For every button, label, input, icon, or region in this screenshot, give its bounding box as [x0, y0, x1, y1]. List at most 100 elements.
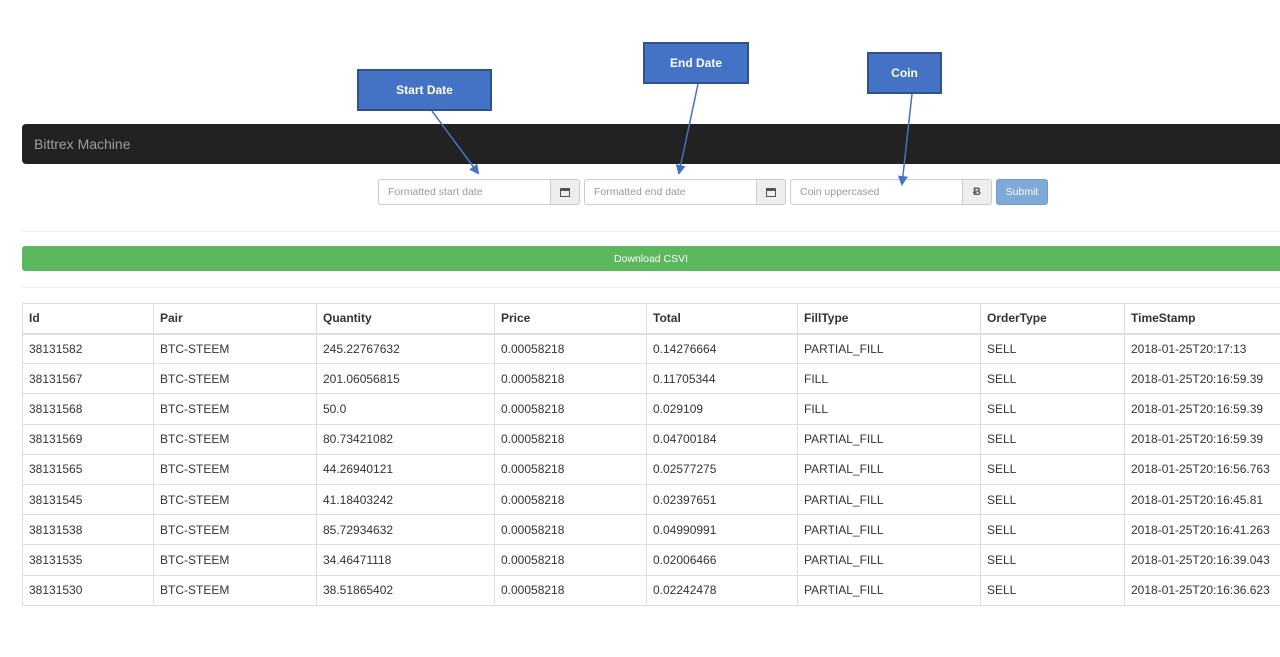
- cell-timestamp: 2018-01-25T20:16:59.39: [1124, 423, 1280, 455]
- cell-total: 0.14276664: [646, 332, 798, 365]
- cell-id: 38131567: [22, 363, 154, 395]
- end-date-group: [584, 179, 786, 205]
- table-body: 38131582 BTC-STEEM 245.22767632 0.00058218 0…: [22, 332, 1280, 606]
- calendar-icon: [766, 187, 776, 197]
- table-row: 38131582 BTC-STEEM 245.22767632 0.00058218 0…: [22, 332, 1280, 365]
- cell-timestamp: 2018-01-25T20:16:56.763: [1124, 453, 1280, 485]
- cell-price: 0.00058218: [494, 544, 647, 576]
- cell-filltype: PARTIAL_FILL: [797, 483, 981, 516]
- trades-table: Id Pair Quantity Price Total FillType OrderTyp…: [22, 303, 1280, 606]
- cell-filltype: PARTIAL_FILL: [797, 514, 981, 546]
- column-header-timestamp[interactable]: TimeStamp: [1124, 303, 1280, 335]
- cell-filltype: PARTIAL_FILL: [797, 544, 981, 576]
- cell-timestamp: 2018-01-25T20:16:36.623: [1124, 574, 1280, 606]
- bitcoin-icon: Ƀ: [973, 186, 981, 198]
- cell-ordertype: SELL: [980, 574, 1125, 606]
- column-header-ordertype[interactable]: OrderType: [980, 303, 1125, 335]
- cell-quantity: 50.0: [316, 393, 495, 425]
- cell-id: 38131535: [22, 544, 154, 576]
- column-header-total[interactable]: Total: [646, 303, 798, 335]
- table-row: 38131535 BTC-STEEM 34.46471118 0.00058218 0.…: [22, 544, 1280, 576]
- cell-pair: BTC-STEEM: [153, 574, 317, 606]
- cell-id: 38131582: [22, 332, 154, 365]
- coin-input[interactable]: [790, 179, 962, 205]
- end-date-input[interactable]: [584, 179, 756, 205]
- calendar-icon: [560, 187, 570, 197]
- cell-pair: BTC-STEEM: [153, 514, 317, 546]
- cell-price: 0.00058218: [494, 574, 647, 606]
- start-date-group: [378, 179, 580, 205]
- table-row: 38131538 BTC-STEEM 85.72934632 0.00058218 0.…: [22, 514, 1280, 546]
- cell-timestamp: 2018-01-25T20:16:59.39: [1124, 393, 1280, 425]
- cell-id: 38131530: [22, 574, 154, 606]
- cell-total: 0.02577275: [646, 453, 798, 485]
- cell-ordertype: SELL: [980, 332, 1125, 365]
- cell-pair: BTC-STEEM: [153, 332, 317, 365]
- cell-quantity: 41.18403242: [316, 483, 495, 516]
- cell-price: 0.00058218: [494, 393, 647, 425]
- cell-filltype: FILL: [797, 363, 981, 395]
- cell-ordertype: SELL: [980, 483, 1125, 516]
- divider: [22, 231, 1280, 232]
- cell-id: 38131545: [22, 483, 154, 516]
- cell-pair: BTC-STEEM: [153, 544, 317, 576]
- column-header-filltype[interactable]: FillType: [797, 303, 981, 335]
- column-header-price[interactable]: Price: [494, 303, 647, 335]
- cell-price: 0.00058218: [494, 332, 647, 365]
- cell-total: 0.04990991: [646, 514, 798, 546]
- cell-pair: BTC-STEEM: [153, 393, 317, 425]
- navbar-brand[interactable]: Bittrex Machine: [34, 136, 130, 152]
- divider: [22, 287, 1280, 288]
- start-date-input[interactable]: [378, 179, 550, 205]
- navbar: Bittrex Machine: [22, 124, 1280, 164]
- end-date-calendar-addon[interactable]: [756, 179, 786, 205]
- cell-ordertype: SELL: [980, 544, 1125, 576]
- cell-total: 0.02006466: [646, 544, 798, 576]
- table-header-row: Id Pair Quantity Price Total FillType OrderTyp…: [22, 303, 1280, 335]
- coin-group: Ƀ: [790, 179, 992, 205]
- cell-price: 0.00058218: [494, 514, 647, 546]
- cell-filltype: PARTIAL_FILL: [797, 332, 981, 365]
- cell-ordertype: SELL: [980, 453, 1125, 485]
- download-csv-button[interactable]: Download CSVI: [22, 246, 1280, 271]
- end-date-callout: End Date: [643, 42, 749, 84]
- cell-timestamp: 2018-01-25T20:16:39.043: [1124, 544, 1280, 576]
- column-header-quantity[interactable]: Quantity: [316, 303, 495, 335]
- cell-pair: BTC-STEEM: [153, 363, 317, 395]
- table-row: 38131569 BTC-STEEM 80.73421082 0.00058218 0.…: [22, 423, 1280, 455]
- cell-pair: BTC-STEEM: [153, 453, 317, 485]
- column-header-pair[interactable]: Pair: [153, 303, 317, 335]
- cell-filltype: PARTIAL_FILL: [797, 423, 981, 455]
- cell-quantity: 38.51865402: [316, 574, 495, 606]
- query-form: Ƀ Submit: [378, 179, 1048, 205]
- submit-button[interactable]: Submit: [996, 179, 1048, 205]
- cell-timestamp: 2018-01-25T20:17:13: [1124, 332, 1280, 365]
- coin-addon: Ƀ: [962, 179, 992, 205]
- table-row: 38131568 BTC-STEEM 50.0 0.00058218 0.029109 F…: [22, 393, 1280, 425]
- cell-total: 0.02242478: [646, 574, 798, 606]
- cell-quantity: 44.26940121: [316, 453, 495, 485]
- cell-total: 0.029109: [646, 393, 798, 425]
- cell-ordertype: SELL: [980, 393, 1125, 425]
- cell-ordertype: SELL: [980, 363, 1125, 395]
- table-row: 38131567 BTC-STEEM 201.06056815 0.00058218 0…: [22, 363, 1280, 395]
- start-date-calendar-addon[interactable]: [550, 179, 580, 205]
- cell-id: 38131538: [22, 514, 154, 546]
- cell-timestamp: 2018-01-25T20:16:59.39: [1124, 363, 1280, 395]
- cell-filltype: FILL: [797, 393, 981, 425]
- cell-quantity: 85.72934632: [316, 514, 495, 546]
- cell-total: 0.11705344: [646, 363, 798, 395]
- cell-quantity: 34.46471118: [316, 544, 495, 576]
- cell-price: 0.00058218: [494, 483, 647, 516]
- coin-callout: Coin: [867, 52, 942, 94]
- cell-timestamp: 2018-01-25T20:16:45.81: [1124, 483, 1280, 516]
- cell-pair: BTC-STEEM: [153, 423, 317, 455]
- cell-filltype: PARTIAL_FILL: [797, 574, 981, 606]
- cell-filltype: PARTIAL_FILL: [797, 453, 981, 485]
- table-row: 38131530 BTC-STEEM 38.51865402 0.00058218 0.…: [22, 574, 1280, 606]
- cell-quantity: 245.22767632: [316, 332, 495, 365]
- start-date-callout: Start Date: [357, 69, 492, 111]
- cell-total: 0.02397651: [646, 483, 798, 516]
- cell-total: 0.04700184: [646, 423, 798, 455]
- column-header-id[interactable]: Id: [22, 303, 154, 335]
